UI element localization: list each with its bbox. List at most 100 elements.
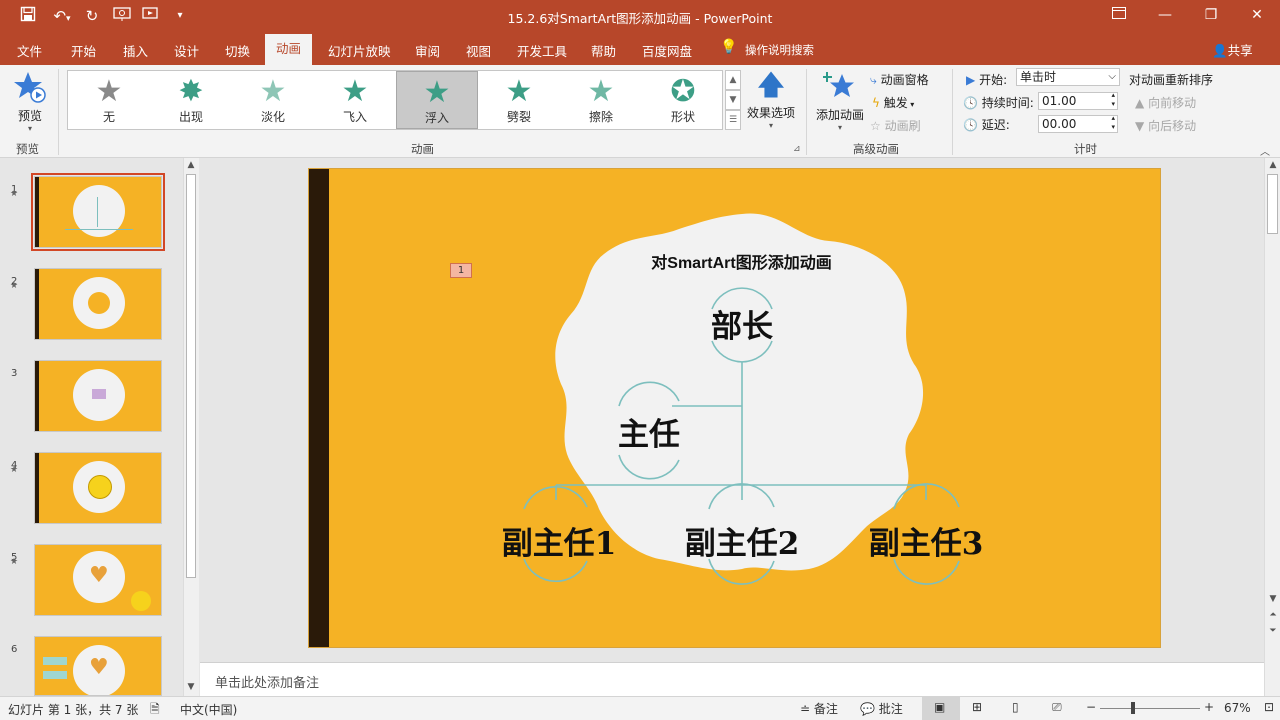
share-button[interactable]: 👤共享 <box>1212 40 1253 59</box>
preview-button[interactable]: 预览 ▾ <box>10 70 50 133</box>
language-indicator[interactable]: 中文(中国) <box>180 701 237 718</box>
main-scrollbar[interactable]: ▲ ▼ ⏶ ⏷ <box>1264 158 1280 696</box>
next-slide-icon[interactable]: ⏷ <box>1266 626 1280 636</box>
slide-sorter-icon[interactable]: ⊞ <box>972 700 982 714</box>
duration-spinner-icon[interactable]: ▴ ▾ <box>1111 91 1115 109</box>
close-icon[interactable]: ✕ <box>1234 0 1280 32</box>
minimize-icon[interactable]: — <box>1142 0 1188 32</box>
start-label-text: 开始: <box>979 73 1008 87</box>
gallery-scroll-down-icon[interactable]: ▼ <box>725 90 741 110</box>
slide-thumbnail-1[interactable] <box>34 176 162 248</box>
node-director[interactable]: 主任 <box>589 409 709 454</box>
notes-toggle[interactable]: ≐ 备注 <box>800 700 838 717</box>
star-fly-green-icon: ★ <box>341 74 369 109</box>
reading-view-icon[interactable]: ▯ <box>1012 700 1019 714</box>
effect-label: 浮入 <box>424 111 449 125</box>
heart-icon: ♥ <box>89 563 109 588</box>
triangle-up-icon: ▲ <box>1135 96 1145 110</box>
thumb-connector <box>65 229 133 230</box>
animation-pane-icon: ⤷ <box>870 73 877 87</box>
notes-label: 备注 <box>813 702 838 716</box>
node-deputy-1[interactable]: 副主任1 <box>479 518 639 563</box>
smiley-icon <box>88 475 112 499</box>
spellcheck-icon[interactable]: 🗎 <box>150 700 160 720</box>
move-later-button[interactable]: ▼ 向后移动 <box>1135 117 1196 134</box>
notes-placeholder[interactable]: 单击此处添加备注 <box>215 672 319 691</box>
node-deputy-3[interactable]: 副主任3 <box>846 518 1006 563</box>
ribbon-display-options-icon[interactable] <box>1096 0 1142 32</box>
notes-pane[interactable]: 单击此处添加备注 <box>200 662 1264 696</box>
zoom-level[interactable]: 67% <box>1224 701 1251 715</box>
effect-fly-in[interactable]: ★ 飞入 <box>314 71 396 129</box>
slideshow-icon[interactable]: ⎚ <box>1052 700 1062 715</box>
tab-design[interactable]: 设计 <box>174 41 199 60</box>
tab-home[interactable]: 开始 <box>71 41 96 60</box>
slide-thumbnail-4[interactable] <box>34 452 162 524</box>
duration-label-text: 持续时间: <box>981 96 1034 110</box>
scroll-thumb[interactable] <box>186 174 196 578</box>
slide-thumbnail-5[interactable]: ♥ <box>34 544 162 616</box>
scroll-thumb[interactable] <box>1267 174 1278 234</box>
tell-me-search[interactable]: 操作说明搜索 <box>745 42 814 58</box>
effect-split[interactable]: ★ 劈裂 <box>478 71 560 129</box>
smartart-graphic[interactable] <box>309 169 1161 648</box>
move-earlier-button[interactable]: ▲ 向前移动 <box>1135 94 1196 111</box>
duration-value: 01.00 <box>1042 94 1077 108</box>
scroll-down-icon[interactable]: ▼ <box>1266 594 1280 604</box>
effect-appear[interactable]: ✸ 出现 <box>150 71 232 129</box>
zoom-slider-thumb[interactable] <box>1131 702 1135 714</box>
slide-thumbnail-6[interactable]: ♥ <box>34 636 162 696</box>
effect-shape[interactable]: ✪ 形状 <box>642 71 724 129</box>
scroll-up-icon[interactable]: ▲ <box>1266 160 1280 170</box>
effect-label: 飞入 <box>342 110 367 124</box>
gallery-scroll-up-icon[interactable]: ▲ <box>725 70 741 90</box>
chevron-down-icon: ⌵ <box>1108 71 1116 82</box>
dialog-launcher-icon[interactable]: ⊿ <box>793 144 801 154</box>
thumbnails-scrollbar[interactable]: ▲ ▼ <box>183 158 199 696</box>
animation-pane-button[interactable]: ⤷ 动画窗格 <box>870 71 929 88</box>
zoom-out-icon[interactable]: − <box>1086 700 1096 714</box>
title-bar: ↶▾ ↻ ▾ 15.2.6对SmartArt图形添加动画 - PowerPoin… <box>0 0 1280 32</box>
effect-wipe[interactable]: ★ 擦除 <box>560 71 642 129</box>
zoom-slider[interactable] <box>1100 708 1200 709</box>
slide-title[interactable]: 对SmartArt图形添加动画 <box>609 249 874 273</box>
delay-input[interactable]: 00.00 ▴ ▾ <box>1038 114 1118 133</box>
tab-slideshow[interactable]: 幻灯片放映 <box>328 41 391 60</box>
scroll-up-icon[interactable]: ▲ <box>184 160 198 170</box>
tab-review[interactable]: 审阅 <box>415 41 440 60</box>
collapse-ribbon-icon[interactable]: ︿ <box>1260 143 1270 158</box>
effect-label: 出现 <box>178 110 203 124</box>
tab-insert[interactable]: 插入 <box>123 41 148 60</box>
thumb-bar <box>35 269 39 339</box>
slide-thumbnail-3[interactable] <box>34 360 162 432</box>
tab-view[interactable]: 视图 <box>466 41 491 60</box>
scroll-down-icon[interactable]: ▼ <box>184 682 198 692</box>
restore-icon[interactable]: ❐ <box>1188 0 1234 32</box>
tab-help[interactable]: 帮助 <box>591 41 616 60</box>
tab-transitions[interactable]: 切换 <box>225 41 250 60</box>
slide[interactable]: 对SmartArt图形添加动画 1 部长 主任 副主任1 副主任2 副主任3 <box>308 168 1161 648</box>
tab-baidu-netdisk[interactable]: 百度网盘 <box>642 41 692 60</box>
tab-developer[interactable]: 开发工具 <box>517 41 567 60</box>
start-select[interactable]: 单击时 ⌵ <box>1016 68 1120 86</box>
tab-animations[interactable]: 动画 <box>265 34 312 65</box>
add-animation-button[interactable]: 添加动画 ▾ <box>814 69 866 132</box>
effect-float-in[interactable]: ★ 浮入 <box>396 71 478 129</box>
trigger-button[interactable]: ϟ 触发 ▾ <box>872 94 914 111</box>
zoom-in-icon[interactable]: + <box>1204 700 1214 714</box>
effect-options-button[interactable]: 🡅 效果选项 ▾ <box>745 69 797 131</box>
effect-fade[interactable]: ★ 淡化 <box>232 71 314 129</box>
fit-to-window-icon[interactable]: ⊡ <box>1264 700 1274 714</box>
duration-input[interactable]: 01.00 ▴ ▾ <box>1038 91 1118 110</box>
node-minister[interactable]: 部长 <box>682 301 802 346</box>
node-deputy-2[interactable]: 副主任2 <box>662 518 822 563</box>
delay-spinner-icon[interactable]: ▴ ▾ <box>1111 114 1115 132</box>
previous-slide-icon[interactable]: ⏶ <box>1266 610 1280 620</box>
animation-order-tag[interactable]: 1 <box>450 263 472 278</box>
comments-toggle[interactable]: 💬 批注 <box>860 700 903 717</box>
gallery-more-icon[interactable]: ☰ <box>725 110 741 130</box>
tab-file[interactable]: 文件 <box>17 41 42 60</box>
animation-painter-button[interactable]: ☆ 动画刷 <box>870 117 921 134</box>
slide-thumbnail-2[interactable] <box>34 268 162 340</box>
effect-none[interactable]: ★ 无 <box>68 71 150 129</box>
